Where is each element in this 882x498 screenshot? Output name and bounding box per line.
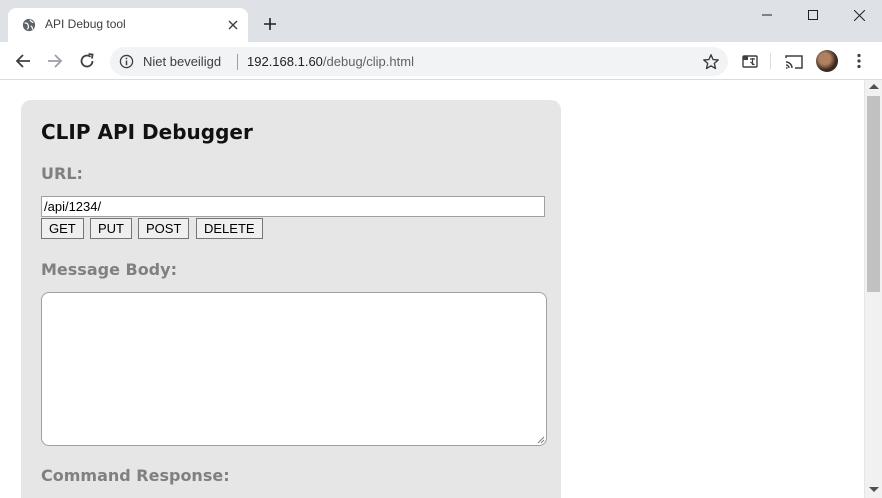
- back-button[interactable]: [9, 47, 37, 75]
- cast-icon: [785, 54, 803, 69]
- vertical-scrollbar[interactable]: [864, 80, 882, 498]
- url-host: 192.168.1.60: [247, 54, 323, 69]
- url-input[interactable]: [41, 196, 545, 217]
- tab-strip: API Debug tool: [0, 0, 882, 42]
- page-viewport: CLIP API Debugger URL: GET PUT POST DELE…: [0, 80, 864, 498]
- page-title: CLIP API Debugger: [41, 120, 253, 144]
- post-button[interactable]: POST: [138, 218, 190, 239]
- arrow-right-icon: [48, 54, 63, 68]
- cast-button[interactable]: [784, 51, 804, 71]
- scroll-down-icon[interactable]: [869, 487, 879, 492]
- arrow-left-icon: [15, 54, 30, 68]
- message-body-textarea[interactable]: [41, 292, 547, 446]
- globe-icon: [22, 18, 36, 32]
- star-icon[interactable]: [702, 53, 720, 71]
- scroll-up-icon[interactable]: [869, 84, 879, 89]
- close-window-button[interactable]: [836, 0, 882, 30]
- reload-button[interactable]: [73, 47, 101, 75]
- resize-grip-icon[interactable]: [535, 434, 545, 444]
- security-status-label: Niet beveiligd: [143, 54, 222, 69]
- maximize-icon: [808, 10, 818, 20]
- put-button[interactable]: PUT: [90, 218, 132, 239]
- more-vert-icon: [857, 53, 861, 69]
- debugger-panel: CLIP API Debugger URL: GET PUT POST DELE…: [21, 100, 561, 498]
- message-body-label: Message Body:: [41, 260, 177, 279]
- minimize-icon: [762, 14, 772, 16]
- get-button[interactable]: GET: [41, 218, 84, 239]
- tab-title: API Debug tool: [45, 17, 126, 31]
- info-icon[interactable]: [119, 54, 134, 69]
- close-icon: [853, 9, 865, 21]
- new-tab-button[interactable]: [258, 12, 282, 36]
- url-text[interactable]: 192.168.1.60/debug/clip.html: [247, 54, 414, 69]
- profile-avatar[interactable]: [816, 50, 838, 72]
- address-divider: [237, 54, 238, 70]
- url-path: /debug/clip.html: [322, 54, 414, 69]
- toolbar-divider: [770, 53, 771, 69]
- browser-tab[interactable]: API Debug tool: [8, 8, 248, 42]
- scrollbar-thumb[interactable]: [867, 96, 880, 292]
- maximize-button[interactable]: [790, 0, 836, 30]
- command-response-label: Command Response:: [41, 466, 230, 485]
- delete-button[interactable]: DELETE: [196, 218, 263, 239]
- plus-icon: [264, 18, 276, 30]
- extension-button[interactable]: [740, 51, 760, 71]
- minimize-button[interactable]: [744, 0, 790, 30]
- translate-icon: [742, 55, 758, 68]
- close-tab-icon[interactable]: [224, 16, 242, 34]
- reload-icon: [80, 53, 94, 68]
- address-bar[interactable]: Niet beveiligd 192.168.1.60/debug/clip.h…: [110, 47, 728, 76]
- forward-button[interactable]: [41, 47, 69, 75]
- url-label: URL:: [41, 164, 83, 183]
- menu-button[interactable]: [849, 51, 869, 71]
- browser-toolbar: Niet beveiligd 192.168.1.60/debug/clip.h…: [0, 42, 882, 80]
